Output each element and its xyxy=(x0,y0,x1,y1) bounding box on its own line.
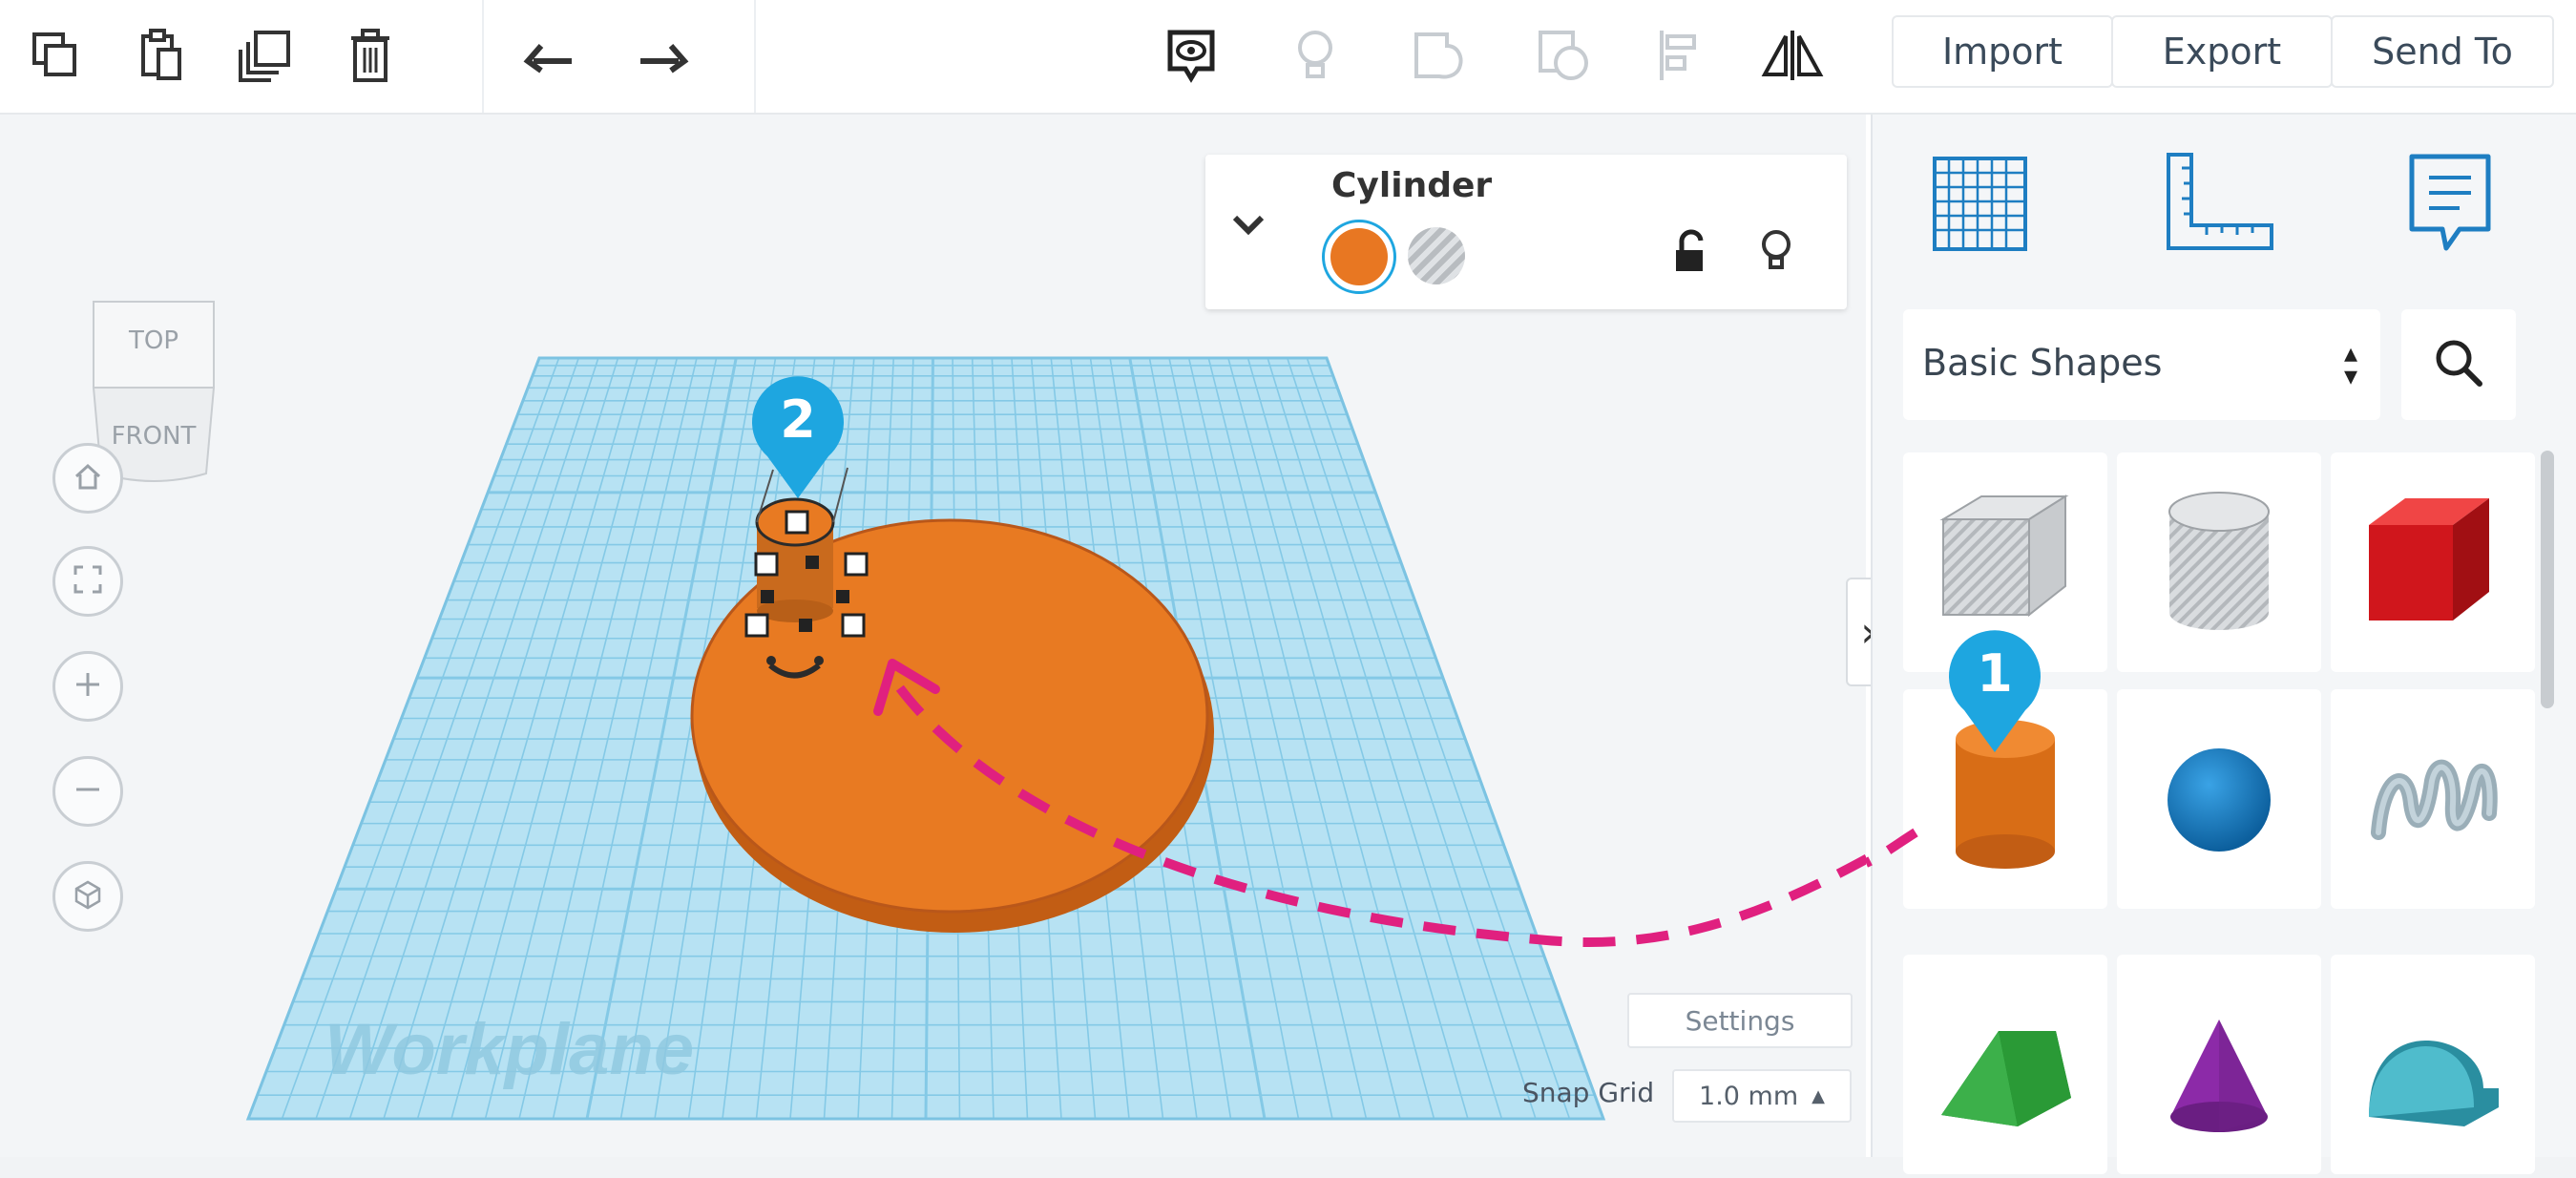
shape-round-roof[interactable] xyxy=(2331,955,2535,1174)
duplicate-icon[interactable] xyxy=(227,17,304,94)
export-button[interactable]: Export xyxy=(2111,15,2333,88)
minus-icon xyxy=(72,773,104,810)
chevron-down-icon[interactable] xyxy=(1229,210,1267,242)
workplane-icon[interactable] xyxy=(1925,149,2035,263)
import-button[interactable]: Import xyxy=(1892,15,2113,88)
redo-icon[interactable] xyxy=(625,17,702,94)
notes-icon[interactable] xyxy=(2402,149,2498,267)
snap-grid-label: Snap Grid xyxy=(1522,1077,1655,1108)
hole-swatch[interactable] xyxy=(1408,227,1465,284)
home-icon xyxy=(72,460,104,496)
plus-icon xyxy=(72,668,104,705)
fit-view-button[interactable] xyxy=(52,546,123,617)
updown-arrows-icon: ▴ ▾ xyxy=(2344,337,2358,391)
inspector-title: Cylinder xyxy=(1331,166,1493,205)
settings-button[interactable]: Settings xyxy=(1627,993,1853,1048)
toolbar-divider xyxy=(754,0,756,113)
fit-icon xyxy=(72,563,104,600)
panel-scrollbar[interactable] xyxy=(2541,451,2554,708)
snap-grid-value: 1.0 mm xyxy=(1699,1081,1799,1111)
lightbulb-icon[interactable] xyxy=(1759,227,1793,279)
send-to-button[interactable]: Send To xyxy=(2331,15,2554,88)
lightbulb-icon[interactable] xyxy=(1277,17,1353,94)
group-icon[interactable] xyxy=(1401,17,1477,94)
tinkercad-editor: Import Export Send To Workplane TOP FRON… xyxy=(0,0,2576,1174)
shape-sphere[interactable] xyxy=(2117,689,2321,909)
ruler-icon[interactable] xyxy=(2159,149,2278,263)
drag-arrow-start xyxy=(1866,828,1918,868)
workplane-canvas[interactable]: Workplane TOP FRONT Cylinder 2 Settings … xyxy=(0,115,1866,1157)
step-2-number: 2 xyxy=(780,389,816,450)
viewcube-top-label[interactable]: TOP xyxy=(80,326,227,355)
workplane-label: Workplane xyxy=(325,1009,694,1090)
shape-cone[interactable] xyxy=(2117,955,2321,1174)
shape-roof[interactable] xyxy=(1903,955,2107,1174)
file-actions-bar: Import Export Send To xyxy=(1871,0,2576,115)
shape-box[interactable] xyxy=(2331,452,2535,672)
step-2-badge: 2 xyxy=(741,365,855,508)
home-view-button[interactable] xyxy=(52,443,123,514)
delete-icon[interactable] xyxy=(332,17,408,94)
ungroup-icon[interactable] xyxy=(1525,17,1602,94)
step-1-badge: 1 xyxy=(1937,619,2052,762)
caret-up-icon: ▲ xyxy=(1812,1085,1825,1106)
perspective-icon xyxy=(72,878,104,915)
step-1-number: 1 xyxy=(1977,643,2013,704)
lock-icon[interactable] xyxy=(1670,229,1708,279)
snap-grid-select[interactable]: 1.0 mm ▲ xyxy=(1672,1069,1852,1123)
show-all-icon[interactable] xyxy=(1153,17,1229,94)
shape-scribble[interactable] xyxy=(2331,689,2535,909)
copy-icon[interactable] xyxy=(17,17,94,94)
toolbar-divider xyxy=(482,0,484,113)
shape-inspector: Cylinder xyxy=(1205,155,1847,309)
mirror-icon[interactable] xyxy=(1754,17,1831,94)
search-icon xyxy=(2432,336,2485,393)
search-button[interactable] xyxy=(2401,309,2516,420)
solid-color-swatch[interactable] xyxy=(1322,220,1396,294)
perspective-button[interactable] xyxy=(52,861,123,932)
main-toolbar xyxy=(0,0,1871,115)
undo-icon[interactable] xyxy=(511,17,587,94)
zoom-out-button[interactable] xyxy=(52,756,123,827)
paste-icon[interactable] xyxy=(122,17,199,94)
shape-cylinder-hole[interactable] xyxy=(2117,452,2321,672)
shape-category-label: Basic Shapes xyxy=(1922,342,2163,384)
shape-category-select[interactable]: Basic Shapes ▴ ▾ xyxy=(1903,309,2380,420)
align-icon[interactable] xyxy=(1640,17,1716,94)
zoom-in-button[interactable] xyxy=(52,651,123,722)
